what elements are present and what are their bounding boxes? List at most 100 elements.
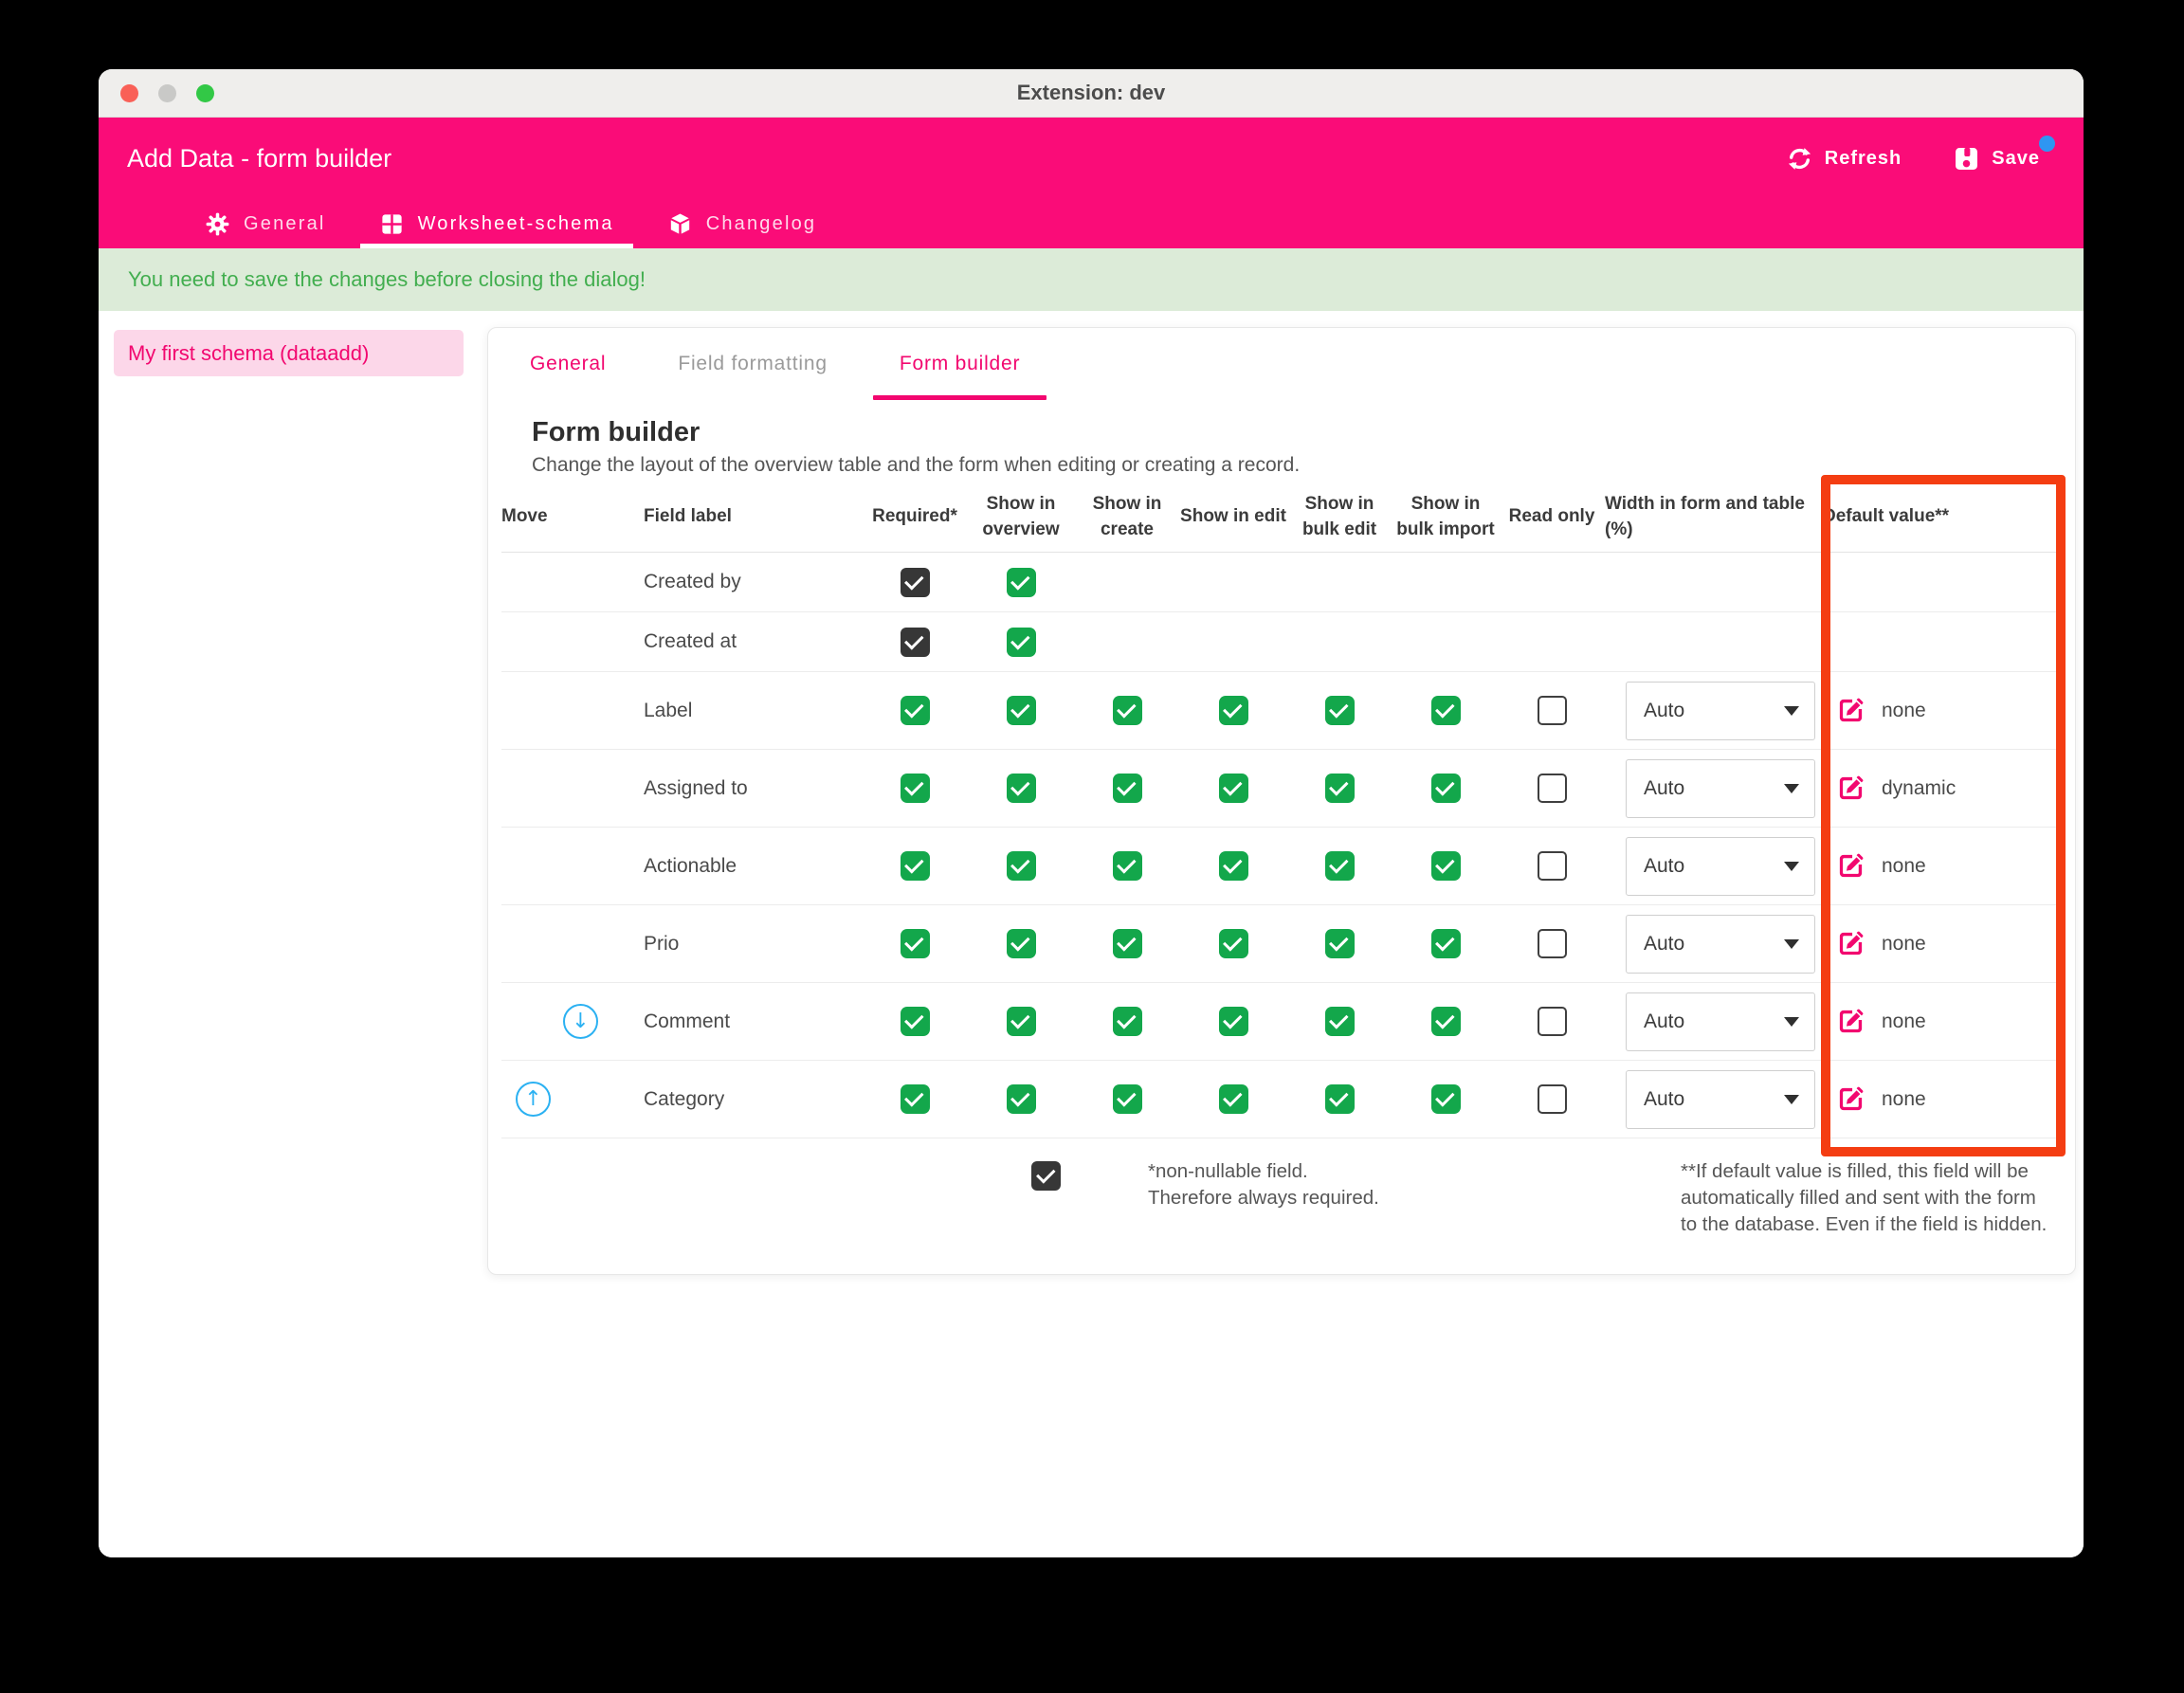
- minimize-window-button[interactable]: [158, 83, 176, 102]
- save-button[interactable]: Save: [1953, 135, 2055, 173]
- width-select[interactable]: Auto: [1626, 836, 1815, 896]
- checkbox-show-create[interactable]: [1112, 774, 1142, 803]
- width-select[interactable]: Auto: [1626, 992, 1815, 1051]
- checkbox-show-edit[interactable]: [1218, 851, 1248, 881]
- checkbox-show-overview[interactable]: [1006, 929, 1036, 958]
- width-select-value: Auto: [1644, 1087, 1685, 1110]
- width-cell: Auto: [1605, 1061, 1823, 1138]
- checkbox-show-bulk-edit[interactable]: [1324, 696, 1355, 725]
- refresh-button[interactable]: Refresh: [1786, 145, 1902, 173]
- width-select[interactable]: Auto: [1626, 681, 1815, 740]
- checkbox-show-bulk-import[interactable]: [1430, 774, 1461, 803]
- checkbox-show-bulk-edit[interactable]: [1324, 774, 1355, 803]
- show-overview-cell: [968, 905, 1074, 983]
- width-select[interactable]: Auto: [1626, 758, 1815, 818]
- checkbox-show-bulk-edit[interactable]: [1324, 1007, 1355, 1036]
- column-header-show-bulk-import: Show in bulk import: [1392, 482, 1499, 553]
- checkbox-read-only[interactable]: [1537, 696, 1567, 725]
- checkbox-show-overview[interactable]: [1006, 567, 1036, 597]
- edit-default-value-button[interactable]: [1836, 1084, 1866, 1114]
- show-edit-cell: [1180, 612, 1286, 672]
- move-up-button[interactable]: ↑: [516, 1082, 551, 1117]
- checkbox-show-overview[interactable]: [1006, 1007, 1036, 1036]
- checkbox-show-edit[interactable]: [1218, 929, 1248, 958]
- field-label: Actionable: [644, 828, 862, 905]
- window-title: Extension: dev: [1016, 81, 1166, 104]
- header-tab-worksheet-schema[interactable]: Worksheet-schema: [359, 199, 633, 248]
- legend-checkbox[interactable]: [1031, 1161, 1061, 1191]
- chevron-down-icon: [1784, 705, 1799, 716]
- required-cell: [862, 1061, 968, 1138]
- field-label: Created at: [644, 612, 862, 672]
- checkbox-show-bulk-import[interactable]: [1430, 1084, 1461, 1114]
- width-select[interactable]: Auto: [1626, 914, 1815, 974]
- default-value-cell: [1823, 612, 2062, 672]
- sidebar-item-schema[interactable]: My first schema (dataadd): [114, 330, 464, 376]
- checkbox-show-overview[interactable]: [1006, 696, 1036, 725]
- checkbox-show-overview[interactable]: [1006, 851, 1036, 881]
- checkbox-show-create[interactable]: [1112, 1007, 1142, 1036]
- header-tab-general[interactable]: General: [205, 199, 326, 248]
- show-bulk-edit-cell: [1286, 905, 1392, 983]
- panel-tab-general[interactable]: General: [530, 328, 606, 400]
- checkbox-show-overview[interactable]: [1006, 774, 1036, 803]
- checkbox-show-create[interactable]: [1112, 1084, 1142, 1114]
- checkbox-read-only[interactable]: [1537, 1084, 1567, 1114]
- checkbox-show-bulk-import[interactable]: [1430, 851, 1461, 881]
- header-tab-changelog[interactable]: Changelog: [667, 199, 817, 248]
- edit-default-value-button[interactable]: [1836, 1007, 1866, 1036]
- width-select[interactable]: Auto: [1626, 1069, 1815, 1129]
- checkbox-required[interactable]: [900, 627, 930, 657]
- checkbox-read-only[interactable]: [1537, 1007, 1567, 1036]
- checkbox-required[interactable]: [900, 1084, 930, 1114]
- required-cell: [862, 612, 968, 672]
- close-window-button[interactable]: [120, 83, 138, 102]
- edit-default-value-button[interactable]: [1836, 929, 1866, 958]
- show-create-cell: [1074, 905, 1180, 983]
- checkbox-show-bulk-import[interactable]: [1430, 696, 1461, 725]
- checkbox-required[interactable]: [900, 567, 930, 597]
- checkbox-required[interactable]: [900, 1007, 930, 1036]
- checkbox-read-only[interactable]: [1537, 929, 1567, 958]
- show-create-cell: [1074, 750, 1180, 828]
- checkbox-show-edit[interactable]: [1218, 1007, 1248, 1036]
- checkbox-read-only[interactable]: [1537, 774, 1567, 803]
- edit-default-value-button[interactable]: [1836, 851, 1866, 881]
- show-bulk-import-cell: [1392, 612, 1499, 672]
- field-label: Assigned to: [644, 750, 862, 828]
- checkbox-show-bulk-import[interactable]: [1430, 1007, 1461, 1036]
- checkbox-show-create[interactable]: [1112, 696, 1142, 725]
- zoom-window-button[interactable]: [196, 83, 214, 102]
- checkbox-show-bulk-edit[interactable]: [1324, 929, 1355, 958]
- move-slot: [516, 693, 551, 728]
- move-down-button[interactable]: ↓: [563, 1004, 598, 1039]
- chevron-down-icon: [1784, 938, 1799, 949]
- panel-tab-form-builder[interactable]: Form builder: [872, 328, 1047, 400]
- checkbox-required[interactable]: [900, 851, 930, 881]
- checkbox-show-bulk-import[interactable]: [1430, 929, 1461, 958]
- move-cell: [501, 612, 644, 672]
- checkbox-show-edit[interactable]: [1218, 696, 1248, 725]
- checkbox-required[interactable]: [900, 774, 930, 803]
- checkbox-show-edit[interactable]: [1218, 774, 1248, 803]
- checkbox-required[interactable]: [900, 929, 930, 958]
- checkbox-show-overview[interactable]: [1006, 1084, 1036, 1114]
- edit-default-value-button[interactable]: [1836, 774, 1866, 803]
- field-label: Comment: [644, 983, 862, 1061]
- checkbox-show-overview[interactable]: [1006, 627, 1036, 657]
- checkbox-show-bulk-edit[interactable]: [1324, 851, 1355, 881]
- checkbox-required[interactable]: [900, 696, 930, 725]
- chevron-down-icon: [1784, 783, 1799, 793]
- edit-default-value-button[interactable]: [1836, 696, 1866, 725]
- checkbox-show-edit[interactable]: [1218, 1084, 1248, 1114]
- required-cell: [862, 672, 968, 750]
- checkbox-show-create[interactable]: [1112, 851, 1142, 881]
- show-create-cell: [1074, 553, 1180, 612]
- panel-tab-field-formatting[interactable]: Field formatting: [678, 328, 828, 400]
- show-bulk-import-cell: [1392, 672, 1499, 750]
- checkbox-read-only[interactable]: [1537, 851, 1567, 881]
- checkbox-show-create[interactable]: [1112, 929, 1142, 958]
- checkbox-show-bulk-edit[interactable]: [1324, 1084, 1355, 1114]
- edit-icon: [1836, 1084, 1866, 1114]
- field-label: Prio: [644, 905, 862, 983]
